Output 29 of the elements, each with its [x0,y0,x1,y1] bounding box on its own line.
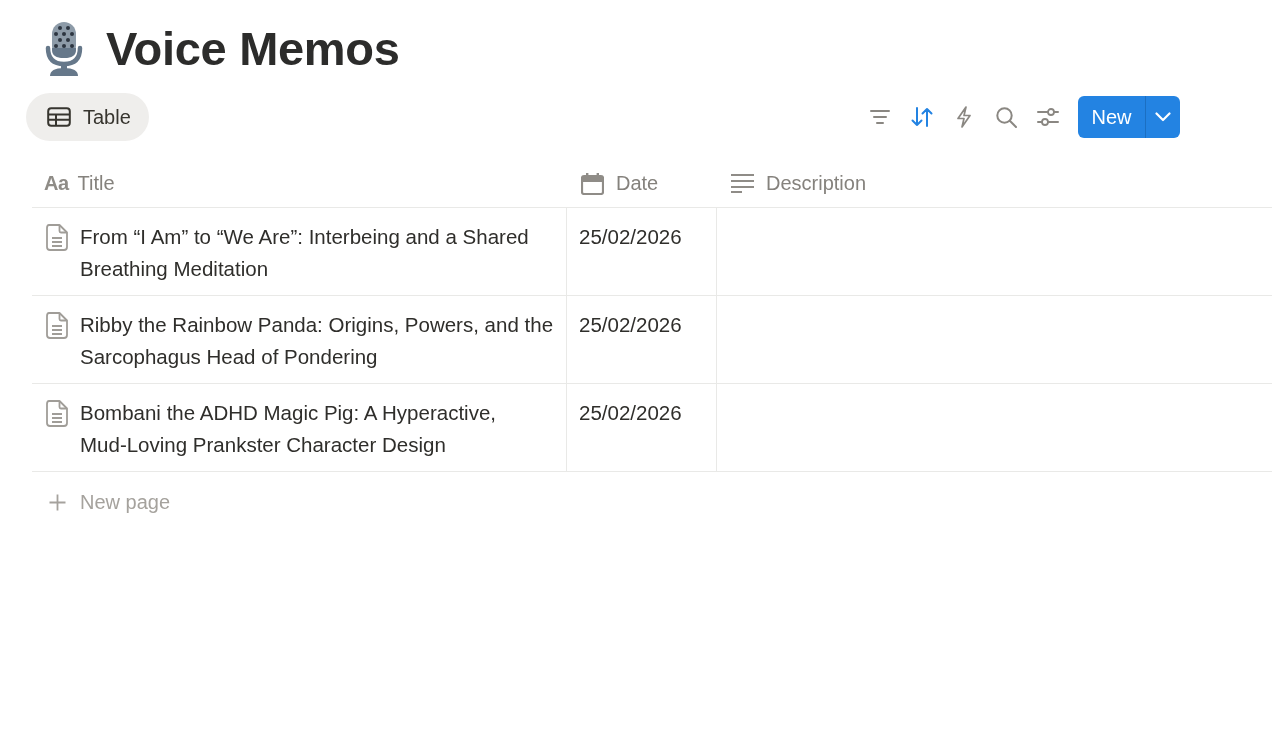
filter-icon[interactable] [870,109,890,125]
document-icon [46,224,68,251]
new-button[interactable]: New [1078,96,1145,138]
column-header[interactable]: Date [567,160,717,207]
new-page-button[interactable]: New page [32,472,171,532]
lightning-icon[interactable] [956,106,972,128]
page-title-cell[interactable]: From “I Am” to “We Are”: Interbeing and a Shared Breathing Meditation [80,221,560,285]
page-title: Voice Memos [106,21,400,77]
sliders-icon[interactable] [1037,107,1059,127]
document-icon [46,312,68,339]
date-cell: 25/02/2026 [579,313,682,336]
document-icon [46,400,68,427]
page-title-cell[interactable]: Ribby the Rainbow Panda: Origins, Powers, and the Sarcophagus Head of Pondering [80,309,560,373]
calendar-icon [581,172,604,195]
text-lines-icon [731,174,754,193]
caret-icon [1155,112,1171,122]
microphone-icon [44,22,84,76]
date-cell: 25/02/2026 [579,225,682,248]
page-title-cell[interactable]: Bombani the ADHD Magic Pig: A Hyperactive, Mud-Loving Prankster Character Design [80,397,560,461]
sort-icon[interactable] [911,107,933,127]
text-type-icon: Aa [44,172,69,195]
column-header[interactable]: Aa Title [32,160,567,207]
table-icon [47,107,71,127]
view-tab[interactable]: Table [26,93,149,141]
plus-icon [49,493,66,511]
date-cell: 25/02/2026 [579,401,682,424]
column-header[interactable]: Description [717,160,1272,207]
search-icon[interactable] [995,106,1017,128]
new-dropdown-button[interactable] [1145,96,1180,138]
